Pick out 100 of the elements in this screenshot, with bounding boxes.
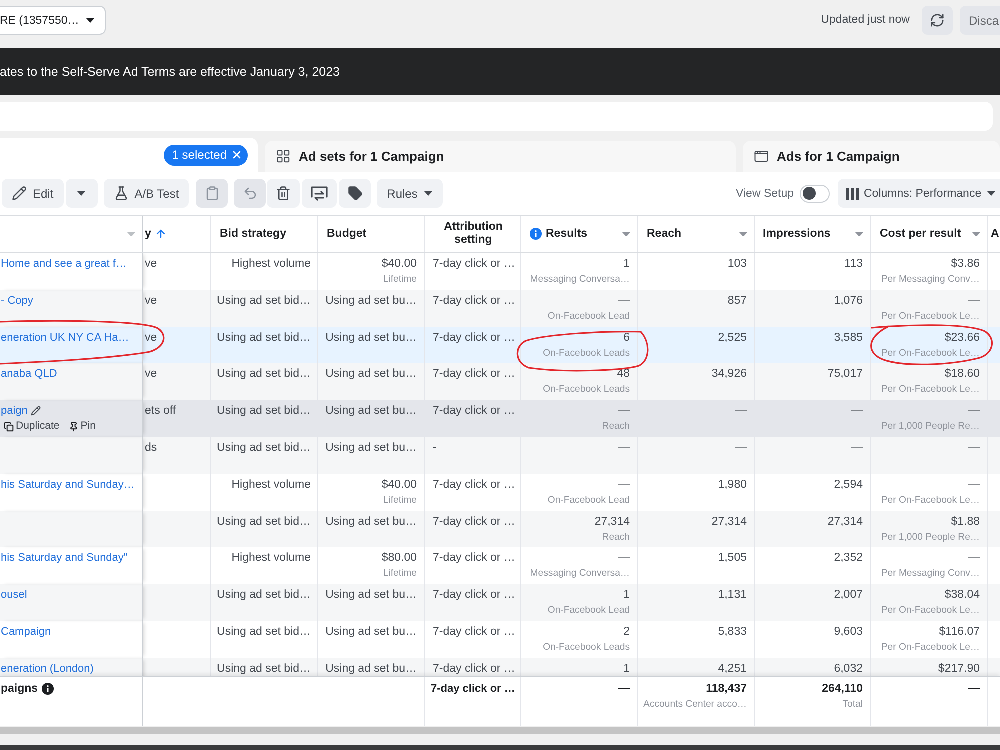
attribution-setting: 7-day click or …	[433, 330, 516, 346]
duplicate-button[interactable]: Duplicate	[4, 419, 60, 434]
pencil-icon[interactable]	[30, 406, 41, 416]
column-header[interactable]: Cost per result	[871, 216, 988, 252]
budget-amount: Using ad set bu…	[326, 440, 417, 456]
table-row[interactable]: Using ad set bid… Using ad set bu… 7-day click or … 27,314 Reach 27,314 27,314 $1.88 Per 1,000 People Re…	[0, 510, 1000, 548]
clipboard-icon	[204, 186, 220, 201]
campaign-name-link[interactable]: eneration UK NY CA Ha…	[1, 330, 130, 346]
cost-type: Per On-Facebook Le…	[881, 383, 980, 398]
bid-strategy-text: Using ad set bid…	[217, 294, 311, 309]
table-row[interactable]: eneration UK NY CA Ha… ve Using ad set bid… Using ad set bu… 7-day click or … 6 On-Facebook Leads 2,525 3,585 $23.66 Per On-Facebook Le…	[0, 326, 1000, 364]
banner-text: ates to the Self-Serve Ad Terms are effective January 3, 2023	[0, 64, 340, 78]
table-row[interactable]: anaba QLD ve Using ad set bid… Using ad set bu… 7-day click or … 48 On-Facebook Leads 34,926 75,017 $18.60 Per On-Facebook Le…	[0, 363, 1000, 400]
dropdown-button[interactable]	[66, 179, 98, 208]
results-value: —	[618, 478, 630, 493]
campaign-name-link[interactable]: Home and see a great f…	[1, 256, 127, 272]
result-type: Reach	[602, 530, 630, 545]
reach-value: 1,505	[718, 551, 747, 566]
pin-button[interactable]: Pin	[68, 419, 96, 434]
caret-icon	[424, 191, 433, 196]
cost-type: Per Messaging Conv…	[881, 567, 980, 582]
rules-button[interactable]: Rules	[377, 179, 443, 208]
table-row[interactable]: ousel Using ad set bid… Using ad set bu… 7-day click or … 1 On-Facebook Lead 1,131 2,007 $38.04 Per On-Facebook Le…	[0, 584, 1000, 621]
table-row[interactable]: ds Using ad set bid… Using ad set bu… - — — — —	[0, 436, 1000, 474]
reach-value: 103	[728, 257, 747, 272]
reach-value: 34,926	[712, 367, 747, 382]
attribution-setting: 7-day click or …	[433, 367, 516, 382]
reach-value: 1,131	[718, 588, 747, 604]
edit-button[interactable]: Edit	[2, 179, 64, 208]
campaign-name-link[interactable]: his Saturday and Sunday"	[1, 550, 128, 566]
results-value: 1	[624, 588, 630, 604]
results-value: —	[618, 551, 630, 566]
reach-value: 2,525	[718, 330, 747, 346]
delivery-status: ve	[145, 257, 158, 272]
campaign-name-link[interactable]: Campaign	[1, 624, 52, 640]
table-row[interactable]: - Copy ve Using ad set bid… Using ad set bu… 7-day click or … — On-Facebook Lead 857 1,076 — Per On-Facebook Le…	[0, 290, 1000, 327]
attribution-setting: 7-day click or …	[433, 294, 516, 309]
delivery-status: ve	[145, 330, 158, 346]
budget-amount: Using ad set bu…	[326, 330, 417, 346]
attribution-setting: -	[433, 440, 437, 456]
column-header[interactable]: Bid strategy	[211, 216, 318, 252]
impressions-value: 1,076	[834, 294, 863, 309]
column-header[interactable]: Reach	[638, 216, 755, 252]
cost-per-result-value: $3.86	[951, 257, 980, 272]
delivery-status: ve	[145, 367, 158, 382]
sort-arrow-icon[interactable]	[155, 228, 168, 240]
reach-value: 27,314	[712, 514, 747, 530]
campaign-name-link[interactable]: paign	[1, 403, 28, 420]
bid-strategy-text: Using ad set bid…	[217, 588, 311, 604]
campaign-name-link[interactable]: his Saturday and Sunday…	[1, 476, 135, 493]
attribution-setting: 7-day click or …	[433, 257, 516, 272]
horizontal-scrollbar[interactable]	[0, 726, 1000, 734]
result-type: On-Facebook Lead	[548, 310, 630, 324]
copy-icon	[4, 422, 14, 432]
tab[interactable]: Ads for 1 Campaign	[743, 141, 1000, 172]
reach-value: 118,437	[706, 682, 747, 697]
budget-amount: $40.00	[382, 257, 417, 272]
campaign-name-link[interactable]: eneration (London)	[1, 660, 94, 676]
column-header[interactable]: Budget	[318, 216, 425, 252]
tag-button[interactable]	[339, 179, 372, 208]
delivery-status: ets off	[145, 404, 176, 420]
column-header[interactable]: A	[988, 216, 1000, 252]
tab[interactable]: 1 selected	[0, 138, 258, 172]
reach-value: —	[736, 404, 747, 420]
refresh-button[interactable]	[922, 6, 953, 35]
campaign-name-link[interactable]: ousel	[1, 587, 28, 604]
cost-type: Per 1,000 People Re…	[881, 420, 980, 434]
caret-icon[interactable]	[622, 232, 631, 236]
caret-icon[interactable]	[127, 232, 136, 236]
column-header[interactable]: Attribution setting	[425, 216, 521, 252]
caret-icon[interactable]	[972, 232, 981, 236]
column-header[interactable]: Impressions	[755, 216, 871, 252]
cost-per-result-value: —	[968, 478, 980, 493]
bid-strategy-text: Using ad set bid…	[217, 514, 311, 530]
columns-button[interactable]: Columns: Performance	[838, 179, 1000, 208]
attribution-setting: 7-day click or …	[433, 404, 516, 420]
delete-button[interactable]	[267, 179, 300, 208]
cost-per-result-value: $38.04	[944, 588, 980, 604]
ab-test-button[interactable]: A/B Test	[104, 179, 190, 208]
budget-amount: Using ad set bu…	[326, 662, 417, 676]
view-setup-toggle[interactable]	[800, 184, 830, 202]
caret-icon[interactable]	[739, 232, 748, 236]
account-dropdown[interactable]: RE (1357550…	[0, 6, 106, 35]
campaign-name-link[interactable]: anaba QLD	[1, 366, 58, 382]
bid-strategy-text: Using ad set bid…	[217, 624, 311, 640]
selection-chip[interactable]: 1 selected	[164, 144, 248, 166]
caret-icon[interactable]	[855, 232, 864, 236]
caret-icon	[986, 191, 996, 196]
tab[interactable]: Ad sets for 1 Campaign	[265, 141, 736, 172]
results-value: —	[618, 682, 630, 697]
column-header[interactable]: y	[143, 216, 211, 252]
impressions-value: 2,594	[834, 478, 863, 493]
cost-per-result-value: $23.66	[944, 330, 980, 346]
results-value: 1	[624, 662, 630, 676]
attribution-setting: 7-day click or …	[433, 514, 516, 530]
column-header[interactable]: Results	[521, 216, 638, 252]
table-row[interactable]: paign Duplicate Pin ets off Using ad set bid… Using ad set bu… 7-day click or … — Reach — — — Per 1,000 People Re…	[0, 400, 1000, 437]
campaign-name-link[interactable]: - Copy	[1, 292, 34, 309]
table-row[interactable]: eneration (London) Using ad set bid… Using ad set bu… 7-day click or … 1 4,251 6,032 $217.90	[0, 658, 1000, 676]
swap-button[interactable]	[302, 179, 338, 208]
